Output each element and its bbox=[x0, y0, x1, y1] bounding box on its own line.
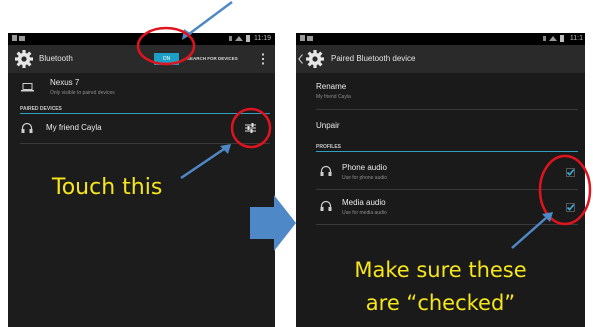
bluetooth-toggle[interactable]: ON bbox=[154, 53, 179, 65]
this-device-visibility: Only visible to paired devices bbox=[50, 90, 115, 96]
action-bar: Paired Bluetooth device bbox=[296, 45, 585, 73]
row-divider bbox=[20, 143, 270, 144]
status-time: 11:19 bbox=[254, 35, 271, 42]
phone-audio-checkbox-checked-icon[interactable] bbox=[566, 168, 575, 177]
search-for-devices-button[interactable]: SEARCH FOR DEVICES bbox=[187, 45, 238, 73]
paired-device-row[interactable]: My friend Cayla bbox=[8, 115, 275, 142]
row-divider bbox=[316, 224, 578, 225]
bluetooth-toggle-label: ON bbox=[162, 56, 171, 62]
profile-title: Phone audio bbox=[342, 163, 387, 172]
this-device-row: Nexus 7 Only visible to paired devices bbox=[8, 73, 275, 103]
device-settings-sliders-icon[interactable] bbox=[245, 123, 256, 133]
settings-gear-icon[interactable] bbox=[305, 49, 325, 69]
media-audio-checkbox-checked-icon[interactable] bbox=[566, 203, 575, 212]
back-caret-icon[interactable] bbox=[298, 54, 303, 64]
touch-this-callout: Touch this bbox=[52, 175, 163, 200]
headset-icon bbox=[320, 165, 332, 176]
row-divider bbox=[316, 189, 578, 190]
more-vert-icon[interactable] bbox=[261, 53, 265, 65]
callout-line-2: are “checked” bbox=[365, 291, 516, 315]
paired-devices-header: PAIRED DEVICES bbox=[20, 106, 62, 112]
arrow-to-toggle bbox=[188, 0, 233, 36]
status-time: 11:1 bbox=[569, 35, 583, 42]
headset-icon bbox=[21, 122, 33, 133]
profile-subtitle: Use for phone audio bbox=[342, 175, 388, 181]
profile-row-phone-audio[interactable]: Phone audio Use for phone audio bbox=[296, 157, 585, 187]
make-sure-checked-callout: Make sure these are “checked” bbox=[296, 254, 585, 320]
row-divider bbox=[316, 109, 578, 110]
notification-icons bbox=[300, 35, 313, 41]
rename-label: Rename bbox=[316, 82, 347, 91]
profile-title: Media audio bbox=[342, 198, 386, 207]
status-bar: 11:19 bbox=[8, 33, 275, 45]
signal-icons bbox=[543, 35, 564, 42]
status-bar: 11:1 bbox=[296, 33, 585, 45]
unpair-row[interactable]: Unpair bbox=[296, 111, 585, 139]
action-bar-title: Bluetooth bbox=[39, 54, 73, 63]
rename-row[interactable]: Rename My friend Cayla bbox=[296, 75, 585, 107]
profiles-header: PROFILES bbox=[316, 144, 342, 150]
this-device-name: Nexus 7 bbox=[50, 78, 80, 87]
paired-device-name: My friend Cayla bbox=[46, 123, 102, 132]
action-bar-title: Paired Bluetooth device bbox=[331, 54, 416, 63]
profile-subtitle: Use for media audio bbox=[342, 210, 387, 216]
laptop-icon bbox=[21, 83, 34, 92]
section-divider bbox=[316, 151, 578, 152]
callout-line-1: Make sure these bbox=[354, 258, 527, 282]
action-bar: Bluetooth ON SEARCH FOR DEVICES bbox=[8, 45, 275, 73]
settings-gear-icon[interactable] bbox=[14, 49, 34, 69]
rename-value: My friend Cayla bbox=[316, 94, 351, 100]
signal-icons bbox=[229, 35, 250, 42]
profile-row-media-audio[interactable]: Media audio Use for media audio bbox=[296, 192, 585, 222]
notification-icons bbox=[12, 35, 25, 41]
section-divider bbox=[20, 113, 270, 114]
headset-icon bbox=[320, 200, 332, 211]
unpair-label: Unpair bbox=[316, 121, 340, 130]
